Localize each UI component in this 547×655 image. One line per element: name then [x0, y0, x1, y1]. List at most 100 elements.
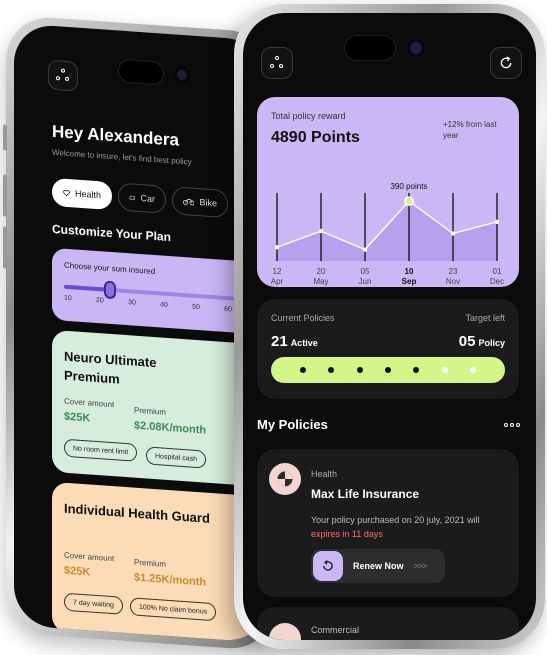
current-count: 21 — [271, 333, 288, 350]
plan-tag: No room rent limit — [64, 438, 138, 462]
chip-bike[interactable]: Bike — [172, 186, 228, 219]
heart-icon — [63, 190, 70, 197]
renew-now-button[interactable]: Renew Now >>> — [311, 549, 445, 583]
target-unit: Policy — [478, 338, 505, 348]
sum-insured-card: Choose your sum insured 10203040506070 — [52, 247, 262, 335]
current-unit: Active — [290, 338, 318, 348]
rotate-icon — [323, 560, 333, 571]
chart-tick-month: Nov — [446, 277, 460, 286]
plan-title: Individual Health Guard — [64, 500, 210, 526]
current-policies-value: 21 Active — [271, 333, 318, 350]
chart-tick-month: Apr — [271, 277, 284, 286]
premium-label: Premium — [134, 405, 167, 417]
plan-card-neuro[interactable]: Neuro Ultimate Premium Cover amount $25K… — [52, 329, 252, 486]
policy-type: Commercial — [311, 625, 360, 635]
mute-switch — [3, 124, 7, 151]
slider-tick-label: 60 — [224, 305, 232, 314]
slider-tick-label: 30 — [128, 299, 136, 307]
chart-tick-month: Sep — [402, 277, 417, 286]
chip-label: Car — [140, 193, 155, 205]
chip-label: Bike — [199, 197, 217, 209]
slider-tick-label: 20 — [96, 296, 104, 305]
policy-expiry-text: expires in 11 days — [311, 529, 383, 539]
progress-dot-filled — [384, 367, 391, 373]
plan-tag: Hospital cash — [146, 446, 207, 469]
plan-card-individual[interactable]: Individual Health Guard Cover amount $25… — [52, 481, 252, 643]
current-policies-label: Current Policies — [271, 313, 335, 323]
menu-dot-icon — [275, 56, 279, 60]
volume-down-button — [3, 226, 7, 269]
policy-purchase-text: Your policy purchased on 20 july, 2021 w… — [311, 515, 480, 525]
total-reward-card: Total policy reward 4890 Points +12% fro… — [257, 97, 519, 287]
progress-dot-filled — [300, 367, 307, 373]
policy-card-commercial[interactable]: Commercial — [257, 607, 519, 640]
premium-label: Premium — [134, 557, 167, 569]
chart-tick-day: 12 — [273, 267, 282, 276]
chip-label: Health — [74, 188, 101, 201]
front-phone-screen: Total policy reward 4890 Points +12% fro… — [243, 13, 536, 640]
progress-dot-filled — [356, 367, 363, 373]
policy-name: Max Life Insurance — [311, 487, 420, 501]
sum-slider-handle[interactable] — [104, 280, 116, 300]
target-left-value: 05 Policy — [459, 333, 505, 350]
car-icon — [129, 195, 135, 200]
chart-point — [362, 247, 368, 252]
progress-dot-empty — [469, 367, 476, 373]
chart-highlight-label: 390 points — [391, 182, 428, 191]
policy-card-health[interactable]: Health Max Life Insurance Your policy pu… — [257, 449, 519, 597]
premium-value: $1.25K/month — [134, 571, 207, 589]
chart-point — [450, 231, 456, 236]
policy-type: Health — [311, 469, 338, 479]
my-policies-title: My Policies — [257, 417, 328, 432]
dynamic-island — [344, 35, 396, 61]
refresh-icon — [500, 56, 512, 69]
chart-tick-day: 23 — [449, 267, 458, 276]
refresh-button[interactable] — [490, 47, 522, 79]
customize-plan-title: Customize Your Plan — [52, 221, 171, 245]
chip-health[interactable]: Health — [52, 177, 112, 211]
reward-line-chart: 390 points 12Apr 20May 05Jun 10Sep 23Nov 01Dec — [271, 182, 504, 286]
menu-dot-icon — [65, 76, 69, 82]
target-count: 05 — [458, 333, 476, 350]
chart-tick-day: 05 — [361, 267, 370, 276]
slider-tick-label: 50 — [192, 303, 200, 312]
menu-button[interactable] — [48, 59, 78, 92]
chart-tick-month: Jun — [359, 277, 372, 286]
chart-tick-month: Dec — [490, 277, 504, 286]
menu-dot-icon — [56, 76, 60, 81]
current-policies-card: Current Policies 21 Active Target left 05… — [257, 299, 519, 399]
plan-title: Neuro Ultimate Premium — [64, 348, 157, 387]
chart-tick-day: 01 — [493, 267, 502, 276]
premium-value: $2.08K/month — [134, 419, 207, 437]
slider-tick-label: 10 — [64, 294, 72, 303]
target-left-label: Target left — [465, 313, 505, 323]
camera-icon — [174, 66, 190, 84]
menu-dot-icon — [61, 68, 65, 73]
bike-icon — [183, 198, 195, 206]
sum-slider-fill — [64, 284, 108, 292]
next-plan-card-peek — [52, 639, 252, 643]
progress-dot-filled — [413, 367, 420, 373]
back-phone-screen: Hey Alexandera Welcome to insure, let's … — [14, 23, 266, 643]
chart-tick-day: 10 — [405, 267, 414, 276]
chart-tick-month: May — [313, 277, 328, 286]
chip-car[interactable]: Car — [118, 182, 166, 214]
policy-logo — [269, 623, 301, 640]
menu-dot-icon — [270, 64, 274, 68]
plan-tag: 100% No claim bonus — [130, 597, 217, 622]
chart-point — [274, 245, 280, 250]
slider-tick-label: 40 — [160, 301, 168, 309]
volume-up-button — [3, 174, 7, 217]
menu-dot-icon — [279, 64, 283, 68]
chart-point — [318, 228, 324, 234]
cover-amount-label: Cover amount — [64, 550, 115, 564]
sum-insured-label: Choose your sum insured — [64, 260, 156, 277]
chart-point — [494, 219, 500, 225]
camera-icon — [407, 39, 425, 57]
menu-button[interactable] — [261, 47, 293, 79]
chart-point-highlight — [404, 196, 414, 206]
more-options-icon[interactable] — [504, 423, 520, 427]
renew-icon — [313, 551, 343, 581]
policy-logo — [269, 463, 301, 495]
dynamic-island — [118, 58, 164, 86]
